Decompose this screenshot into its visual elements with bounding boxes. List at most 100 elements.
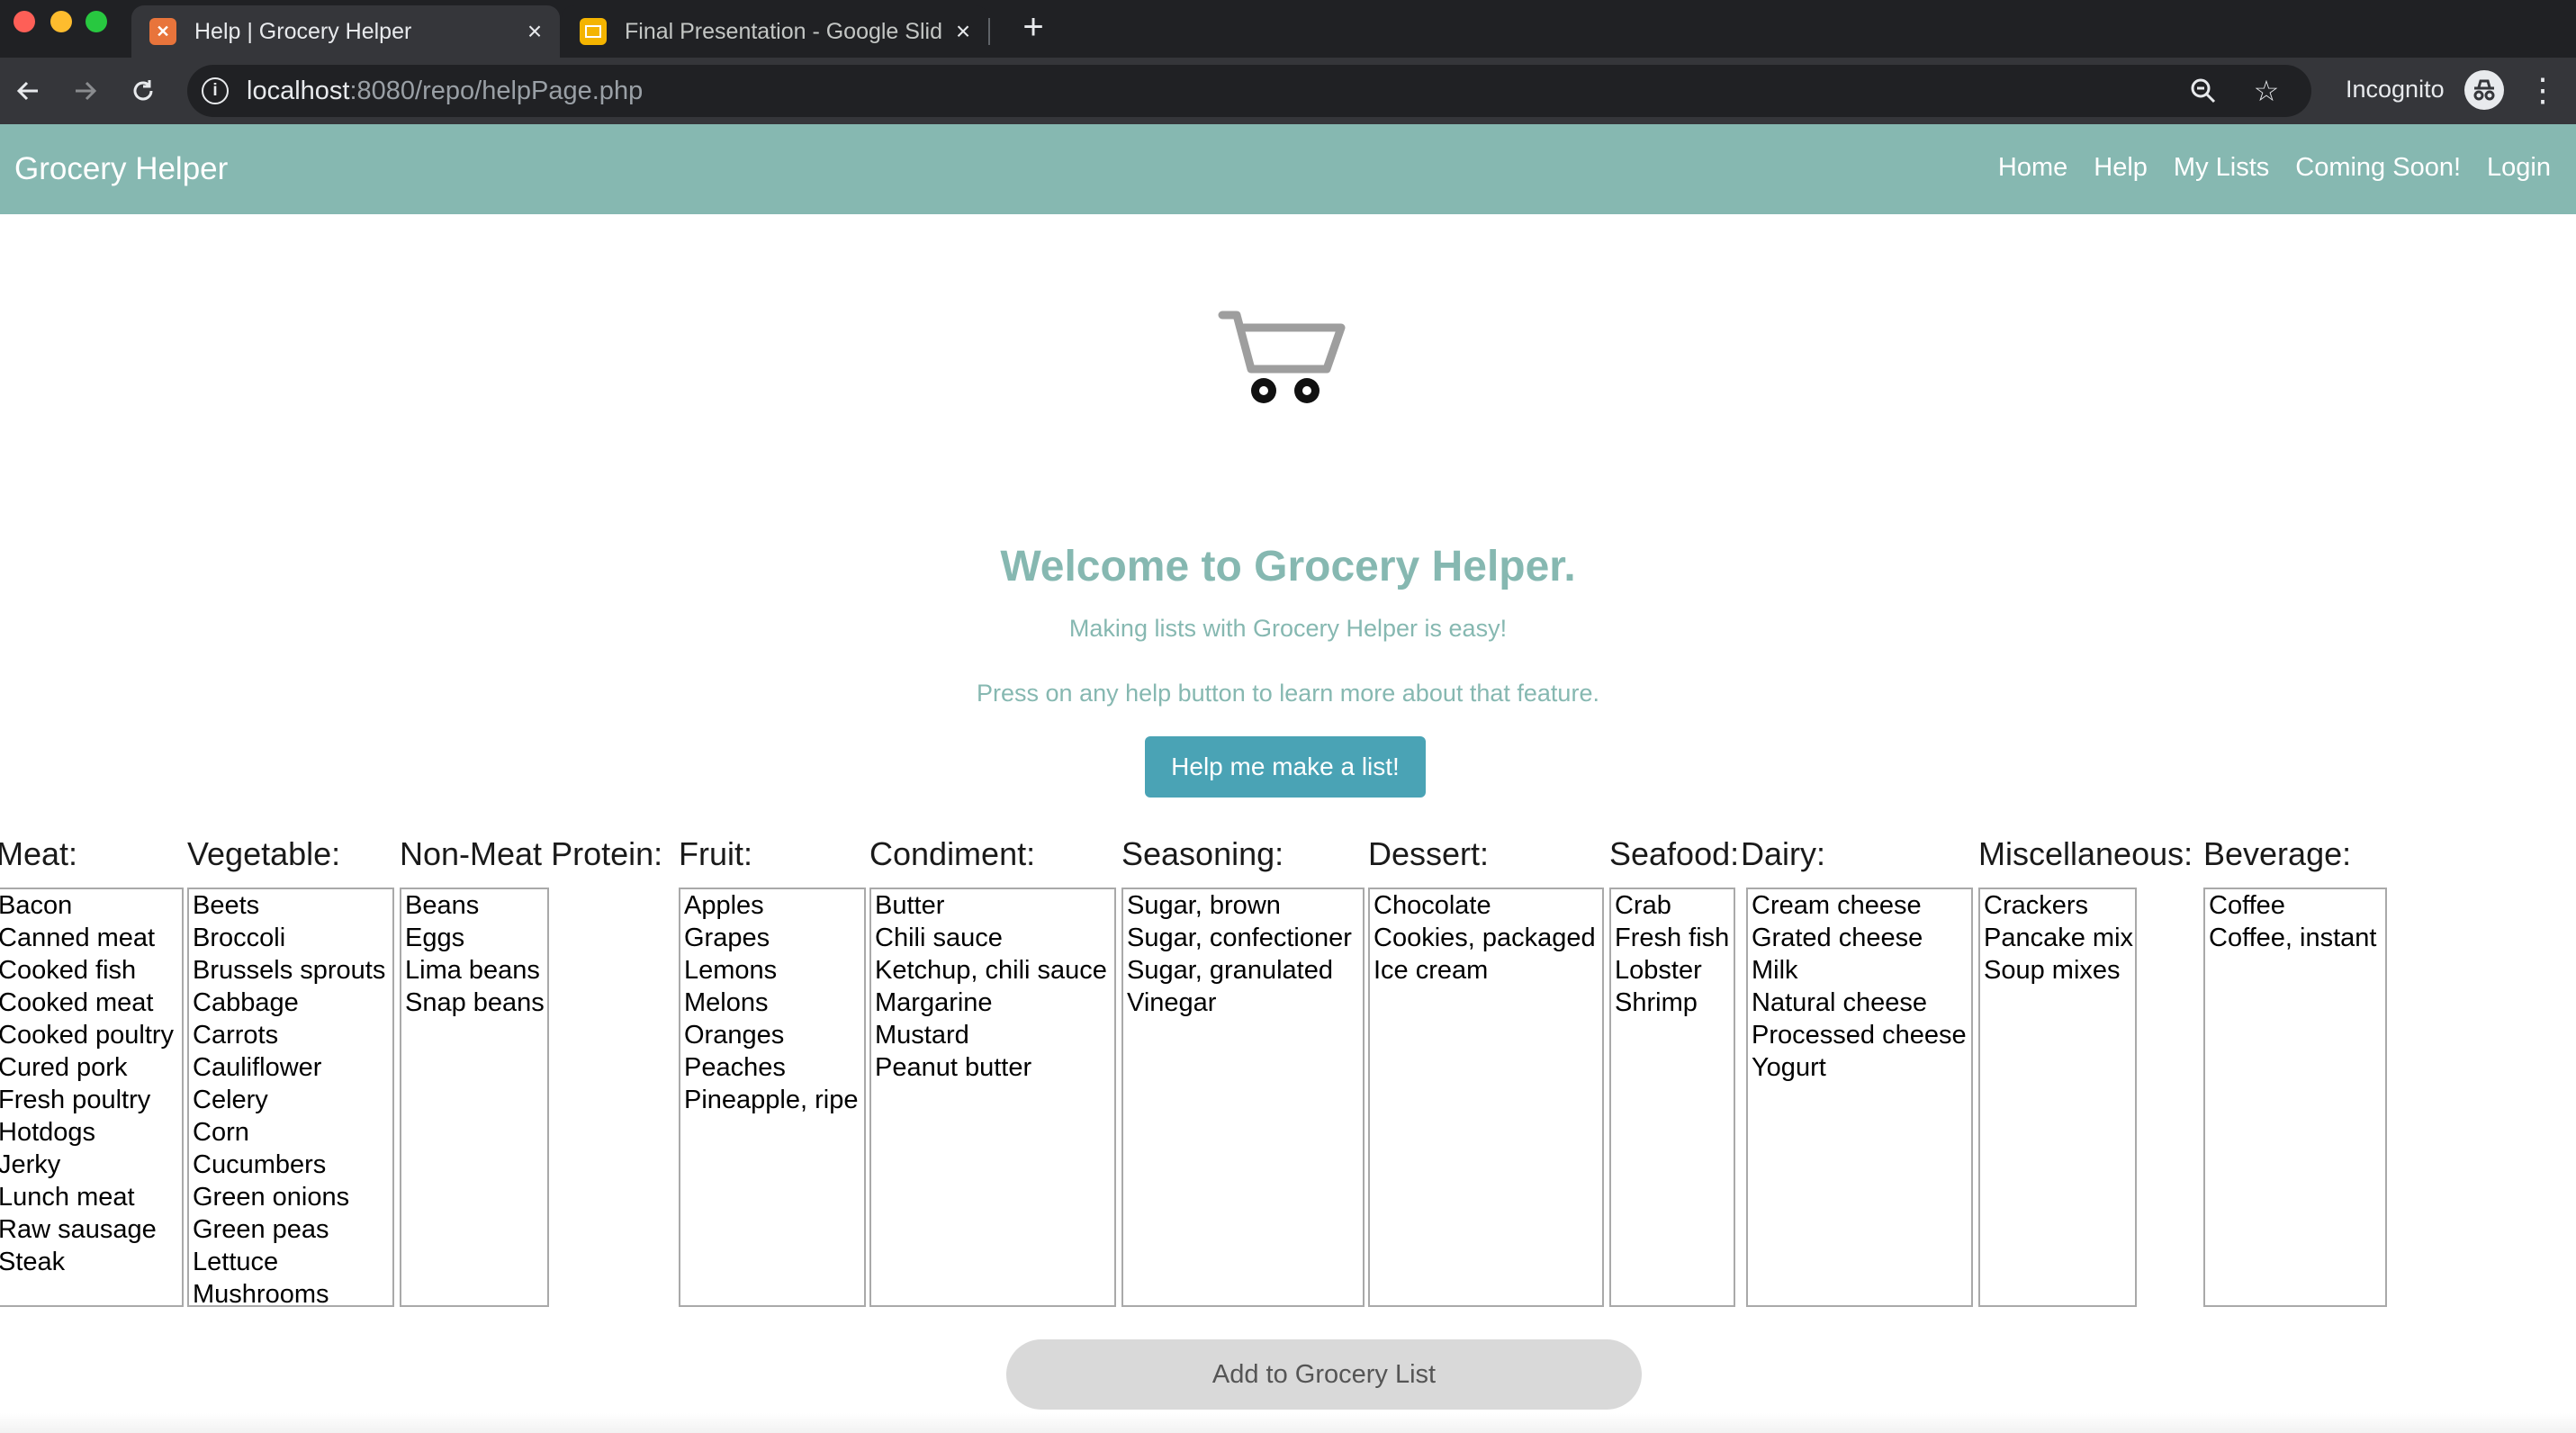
incognito-icon[interactable] <box>2464 70 2504 110</box>
category-option[interactable]: Mustard <box>871 1019 1114 1051</box>
category-option[interactable]: Canned meat <box>0 922 182 954</box>
category-option[interactable]: Lemons <box>680 954 864 987</box>
window-minimize-button[interactable] <box>50 11 72 32</box>
category-option[interactable]: Melons <box>680 987 864 1019</box>
category-option[interactable]: Cream cheese <box>1748 889 1971 922</box>
category-option[interactable]: Grated cheese <box>1748 922 1971 954</box>
add-to-grocery-list-button[interactable]: Add to Grocery List <box>1006 1339 1642 1410</box>
category-option[interactable]: Green peas <box>189 1213 392 1246</box>
nav-link-home[interactable]: Home <box>1998 153 2067 183</box>
category-option[interactable]: Raw sausage <box>0 1213 182 1246</box>
window-zoom-button[interactable] <box>86 11 107 32</box>
category-option[interactable]: Cucumbers <box>189 1149 392 1181</box>
category-option[interactable]: Coffee <box>2205 889 2385 922</box>
category-list[interactable]: Coffee Coffee, instant <box>2203 888 2387 1307</box>
bookmark-star-icon[interactable]: ☆ <box>2248 73 2284 109</box>
category-option[interactable]: Vinegar <box>1123 987 1363 1019</box>
category-option[interactable]: Cookies, packaged <box>1370 922 1602 954</box>
category-option[interactable]: Broccoli <box>189 922 392 954</box>
category-option[interactable]: Jerky <box>0 1149 182 1181</box>
category-option[interactable]: Sugar, confectioner <box>1123 922 1363 954</box>
category-option[interactable]: Cooked poultry <box>0 1019 182 1051</box>
category-option[interactable]: Cauliflower <box>189 1051 392 1084</box>
category-option[interactable]: Pancake mix <box>1980 922 2135 954</box>
help-make-list-button[interactable]: Help me make a list! <box>1145 736 1426 798</box>
category-option[interactable]: Ice cream <box>1370 954 1602 987</box>
category-option[interactable]: Cooked fish <box>0 954 182 987</box>
category-option[interactable]: Lettuce <box>189 1246 392 1278</box>
nav-link-my-lists[interactable]: My Lists <box>2174 153 2269 183</box>
category-option[interactable]: Fresh fish <box>1611 922 1734 954</box>
category-option[interactable]: Sugar, brown <box>1123 889 1363 922</box>
category-option[interactable]: Yogurt <box>1748 1051 1971 1084</box>
category-list[interactable]: Butter Chili sauce Ketchup, chili sauce Mar… <box>869 888 1116 1307</box>
category-option[interactable]: Peanut butter <box>871 1051 1114 1084</box>
tab-close-icon[interactable]: × <box>515 17 554 46</box>
category-option[interactable]: Ketchup, chili sauce <box>871 954 1114 987</box>
brand-link[interactable]: Grocery Helper <box>14 151 228 187</box>
category-list[interactable]: Crab Fresh fish Lobster Shrimp <box>1609 888 1735 1307</box>
category-option[interactable]: Eggs <box>401 922 547 954</box>
category-option[interactable]: Chocolate <box>1370 889 1602 922</box>
nav-link-coming-soon[interactable]: Coming Soon! <box>2295 153 2461 183</box>
category-option[interactable]: Lima beans <box>401 954 547 987</box>
back-arrow-icon[interactable] <box>7 70 49 112</box>
tab-close-icon[interactable]: × <box>943 17 983 46</box>
category-option[interactable]: Peaches <box>680 1051 864 1084</box>
category-option[interactable]: Steak <box>0 1246 182 1278</box>
category-option[interactable]: Pineapple, ripe <box>680 1084 864 1116</box>
category-option[interactable]: Lunch meat <box>0 1181 182 1213</box>
category-option[interactable]: Grapes <box>680 922 864 954</box>
category-option[interactable]: Oranges <box>680 1019 864 1051</box>
category-list[interactable]: Bacon Canned meat Cooked fish Cooked meat Co… <box>0 888 184 1307</box>
category-list[interactable]: Chocolate Cookies, packaged Ice cream <box>1368 888 1604 1307</box>
forward-arrow-icon[interactable] <box>65 70 106 112</box>
category-option[interactable]: Snap beans <box>401 987 547 1019</box>
category-list[interactable]: Beets Broccoli Brussels sprouts Cabbage Carr… <box>187 888 394 1307</box>
tab-final-presentation[interactable]: Final Presentation - Google Slides × <box>562 5 990 58</box>
address-bar[interactable]: i localhost:8080/repo/helpPage.php ☆ <box>187 65 2311 117</box>
category-list[interactable]: Beans Eggs Lima beans Snap beans <box>400 888 549 1307</box>
tab-help-grocery-helper[interactable]: ✕ Help | Grocery Helper × <box>131 5 560 58</box>
category-option[interactable]: Margarine <box>871 987 1114 1019</box>
category-option[interactable]: Soup mixes <box>1980 954 2135 987</box>
category-list[interactable]: Cream cheese Grated cheese Milk Natural che… <box>1746 888 1973 1307</box>
category-option[interactable]: Cured pork <box>0 1051 182 1084</box>
category-option[interactable]: Coffee, instant <box>2205 922 2385 954</box>
category-option[interactable]: Beets <box>189 889 392 922</box>
category-option[interactable]: Brussels sprouts <box>189 954 392 987</box>
site-info-icon[interactable]: i <box>202 77 229 104</box>
browser-menu-icon[interactable]: ⋮ <box>2526 70 2559 110</box>
category-list[interactable]: Sugar, brown Sugar, confectioner Sugar, gr… <box>1121 888 1365 1307</box>
category-option[interactable]: Butter <box>871 889 1114 922</box>
category-option[interactable]: Bacon <box>0 889 182 922</box>
category-list[interactable]: Crackers Pancake mix Soup mixes <box>1978 888 2137 1307</box>
category-option[interactable]: Hotdogs <box>0 1116 182 1149</box>
category-option[interactable]: Celery <box>189 1084 392 1116</box>
category-option[interactable]: Fresh poultry <box>0 1084 182 1116</box>
reload-icon[interactable] <box>122 70 164 112</box>
category-list[interactable]: Apples Grapes Lemons Melons Oranges Peaches Pi… <box>679 888 866 1307</box>
category-option[interactable]: Cooked meat <box>0 987 182 1019</box>
category-option[interactable]: Shrimp <box>1611 987 1734 1019</box>
category-option[interactable]: Crab <box>1611 889 1734 922</box>
category-option[interactable]: Green onions <box>189 1181 392 1213</box>
nav-link-help[interactable]: Help <box>2094 153 2148 183</box>
category-option[interactable]: Mushrooms <box>189 1278 392 1305</box>
zoom-icon[interactable] <box>2185 73 2221 109</box>
category-option[interactable]: Chili sauce <box>871 922 1114 954</box>
category-option[interactable]: Sugar, granulated <box>1123 954 1363 987</box>
category-option[interactable]: Milk <box>1748 954 1971 987</box>
nav-link-login[interactable]: Login <box>2487 153 2551 183</box>
category-option[interactable]: Processed cheese <box>1748 1019 1971 1051</box>
window-close-button[interactable] <box>14 11 35 32</box>
category-option[interactable]: Corn <box>189 1116 392 1149</box>
category-option[interactable]: Natural cheese <box>1748 987 1971 1019</box>
category-option[interactable]: Apples <box>680 889 864 922</box>
category-option[interactable]: Cabbage <box>189 987 392 1019</box>
category-option[interactable]: Crackers <box>1980 889 2135 922</box>
new-tab-plus-icon[interactable]: + <box>1013 7 1053 47</box>
category-option[interactable]: Beans <box>401 889 547 922</box>
category-option[interactable]: Carrots <box>189 1019 392 1051</box>
category-option[interactable]: Lobster <box>1611 954 1734 987</box>
